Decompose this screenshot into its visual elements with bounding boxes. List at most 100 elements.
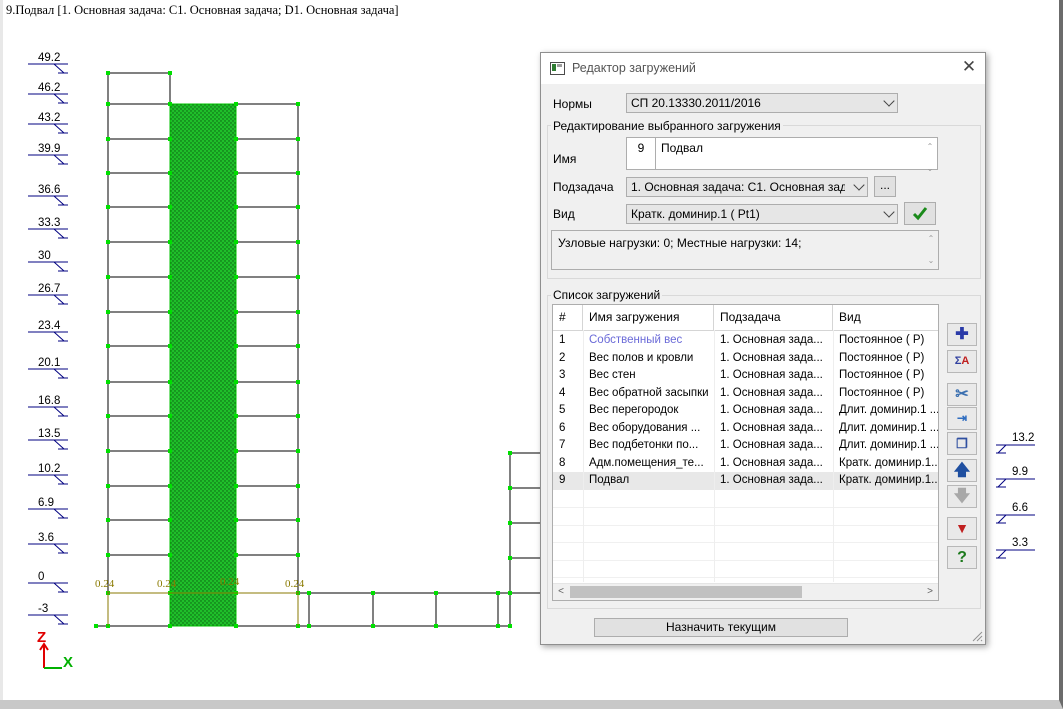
move-up-button[interactable]: 🡅 <box>947 459 977 482</box>
subtask-browse-button[interactable]: ... <box>874 176 896 197</box>
frame-node <box>168 71 172 75</box>
chevron-down-icon <box>853 179 865 191</box>
scroll-thumb[interactable] <box>570 586 802 598</box>
load-info-box: Узловые нагрузки: 0; Местные нагрузки: 1… <box>551 230 939 270</box>
level-mark: 0 <box>28 571 68 593</box>
table-row[interactable]: 8 Адм.помещения_те... 1. Основная зада... К… <box>553 455 938 473</box>
table-row[interactable]: 6 Вес оборудования ... 1. Основная зада...… <box>553 420 938 438</box>
cell-subtask: 1. Основная зада... <box>720 404 823 416</box>
frame-node <box>106 137 110 141</box>
frame-node <box>296 553 300 557</box>
frame-node <box>496 624 500 628</box>
close-icon[interactable]: ✕ <box>960 58 978 76</box>
frame-node <box>307 624 311 628</box>
table-row[interactable]: 7 Вес подбетонки по... 1. Основная зада...… <box>553 437 938 455</box>
frame-node <box>296 275 300 279</box>
name-label: Имя <box>553 152 577 166</box>
level-mark: 10.2 <box>28 463 68 485</box>
col-name-header[interactable]: Имя загружения <box>583 305 714 330</box>
dim-label-1: 0.24 <box>95 578 115 590</box>
scroll-left-icon[interactable]: < <box>554 585 568 599</box>
move-down-button[interactable]: 🡇 <box>947 485 977 508</box>
add-icon: ✚ <box>955 326 969 343</box>
app-icon <box>550 62 565 75</box>
add-load-button[interactable]: ✚ <box>947 323 977 346</box>
cell-name: Вес обратной засыпки <box>589 386 709 399</box>
name-scroll[interactable]: ⌃ ⌄ <box>925 141 935 174</box>
table-hscrollbar[interactable]: < > <box>553 583 938 600</box>
filter-button[interactable]: ▼ <box>947 517 977 540</box>
table-row[interactable]: 5 Вес перегородок 1. Основная зада... Длит.… <box>553 402 938 420</box>
cell-name: Вес оборудования ... <box>589 421 701 434</box>
cell-kind: Постоянное ( Р) <box>839 386 925 399</box>
frame-node <box>234 240 238 244</box>
level-label: 0 <box>38 571 44 583</box>
loads-table[interactable]: # Имя загружения Подзадача Вид 1 Собствен… <box>552 304 939 601</box>
insert-load-button[interactable]: ⇥ <box>947 407 977 430</box>
frame-node <box>434 591 438 595</box>
level-label: 33.3 <box>38 217 60 229</box>
col-number-header[interactable]: # <box>553 305 583 330</box>
level-label: 43.2 <box>38 112 60 124</box>
col-kind-header[interactable]: Вид <box>833 305 938 330</box>
table-row[interactable]: 3 Вес стен 1. Основная зада... Постоянное (… <box>553 367 938 385</box>
info-scroll[interactable]: ⌃ ⌄ <box>926 233 936 266</box>
frame-node <box>168 449 172 453</box>
frame-node <box>508 591 512 595</box>
cut-load-button[interactable]: ✂ <box>947 383 977 406</box>
help-button[interactable]: ? <box>947 546 977 569</box>
col-subtask-header[interactable]: Подзадача <box>714 305 833 330</box>
level-mark: -3 <box>28 603 68 625</box>
cell-number: 7 <box>559 439 566 451</box>
frame-node <box>234 137 238 141</box>
frame-node <box>106 102 110 106</box>
level-label: 3.6 <box>38 532 54 544</box>
list-group-title: Список загружений <box>551 288 663 302</box>
sum-load-button[interactable]: ΣA <box>947 350 977 373</box>
dialog-title: Редактор загружений <box>572 61 696 75</box>
load-name-field[interactable]: Подвал ⌃ ⌄ <box>656 137 938 173</box>
table-row[interactable]: 1 Собственный вес 1. Основная зада... Посто… <box>553 332 938 350</box>
table-row[interactable]: 2 Вес полов и кровли 1. Основная зада... По… <box>553 350 938 368</box>
scroll-right-icon[interactable]: > <box>923 585 937 599</box>
frame-node <box>106 449 110 453</box>
assign-current-button[interactable]: Назначить текущим <box>594 618 848 637</box>
subtask-select[interactable]: 1. Основная задача: С1. Основная задач <box>626 177 868 197</box>
level-label: 9.9 <box>1012 466 1028 478</box>
frame-node <box>234 553 238 557</box>
kind-label: Вид <box>553 207 575 221</box>
resize-grip-icon[interactable] <box>971 630 983 642</box>
cell-number: 3 <box>559 369 566 381</box>
dim-label-2: 0.24 <box>157 578 177 590</box>
frame-node <box>106 484 110 488</box>
frame-node <box>106 275 110 279</box>
frame-node <box>296 310 300 314</box>
axis-x-label: X <box>63 654 73 671</box>
check-icon <box>912 207 928 221</box>
kind-select[interactable]: Кратк. доминир.1 ( Pt1) <box>626 204 898 224</box>
level-label: 26.7 <box>38 283 60 295</box>
frame-node <box>234 518 238 522</box>
dialog-titlebar[interactable]: Редактор загружений ✕ <box>541 53 985 84</box>
frame-node <box>296 344 300 348</box>
cell-name: Собственный вес <box>589 334 683 346</box>
frame-node <box>234 484 238 488</box>
frame-node <box>296 518 300 522</box>
load-number-field[interactable]: 9 <box>626 137 656 170</box>
cell-kind: Длит. доминир.1 ... <box>839 439 938 451</box>
table-row[interactable]: 4 Вес обратной засыпки 1. Основная зада...… <box>553 385 938 403</box>
level-mark: 13.5 <box>28 428 68 450</box>
copy-load-button[interactable]: ❐ <box>947 432 977 455</box>
dim-label-4: 0.24 <box>285 578 305 590</box>
table-row[interactable]: 9 Подвал 1. Основная зада... Кратк. доминир… <box>553 472 938 490</box>
norms-select[interactable]: СП 20.13330.2011/2016 <box>626 93 898 113</box>
load-editor-dialog: Редактор загружений ✕ Нормы СП 20.13330.… <box>540 52 986 645</box>
frame-node <box>296 240 300 244</box>
level-mark: 20.1 <box>28 357 68 379</box>
frame-node <box>168 240 172 244</box>
level-mark: 39.9 <box>28 143 68 165</box>
frame-node <box>168 624 172 628</box>
apply-button[interactable] <box>904 202 936 225</box>
frame-node <box>106 380 110 384</box>
cell-subtask: 1. Основная зада... <box>720 351 823 364</box>
